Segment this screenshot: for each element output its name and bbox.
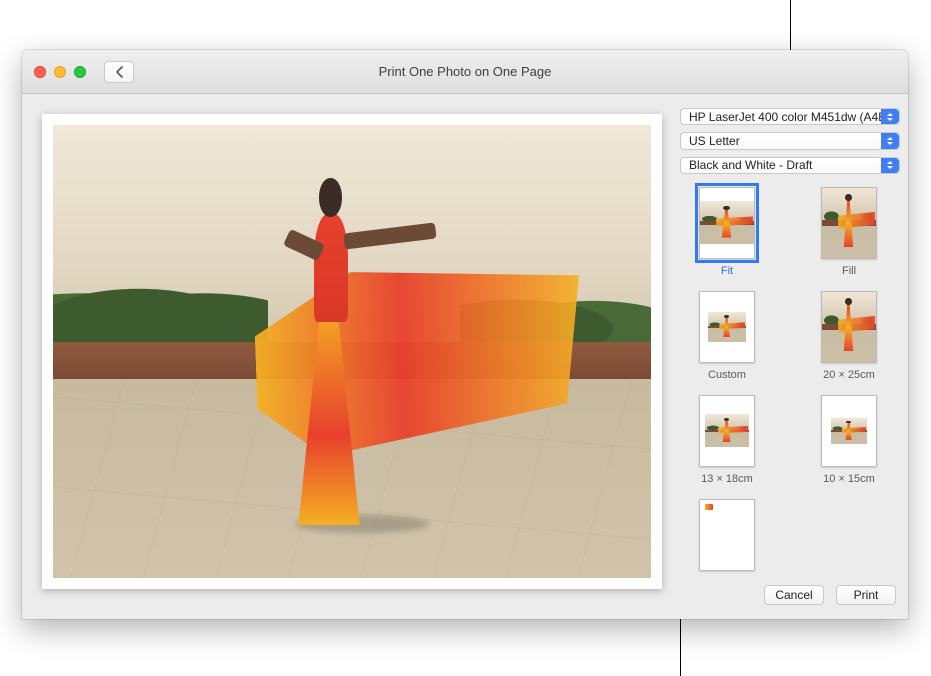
format-thumbnail-image — [705, 414, 749, 447]
cancel-button[interactable]: Cancel — [764, 585, 824, 605]
print-preview-photo — [53, 125, 651, 578]
dropdown-arrows-icon — [881, 133, 899, 148]
format-option[interactable]: Custom — [686, 291, 768, 381]
format-thumbnail-image — [700, 201, 754, 244]
format-option[interactable]: Fit — [686, 187, 768, 277]
format-label: 10 × 15cm — [823, 473, 875, 485]
format-thumbnail-image — [822, 187, 876, 259]
format-grid: Fit Fill Custom 20 × 25cm 13 × 18cm 10 × 15cm — [680, 187, 900, 577]
window-title: Print One Photo on One Page — [22, 64, 908, 79]
format-label: 20 × 25cm — [823, 369, 875, 381]
format-thumbnail — [699, 499, 755, 571]
format-thumbnail — [821, 291, 877, 363]
format-option[interactable]: 10 × 15cm — [808, 395, 890, 485]
print-preview-paper — [42, 114, 662, 589]
dropdown-arrows-icon — [881, 158, 899, 173]
format-option[interactable]: 13 × 18cm — [686, 395, 768, 485]
dropdown-arrows-icon — [881, 109, 899, 124]
window-controls — [22, 66, 86, 78]
content-area: HP LaserJet 400 color M451dw (A4E7C1) US… — [22, 94, 908, 619]
format-thumbnail — [699, 187, 755, 259]
format-thumbnail-image — [700, 499, 754, 571]
printer-select-value: HP LaserJet 400 color M451dw (A4E7C1) — [689, 110, 900, 124]
print-dialog-window: Print One Photo on One Page — [22, 50, 908, 619]
print-quality-select[interactable]: Black and White - Draft — [680, 157, 900, 174]
format-thumbnail-image — [822, 291, 876, 363]
format-label: 13 × 18cm — [701, 473, 753, 485]
format-thumbnail-image — [831, 418, 867, 444]
format-thumbnail — [699, 395, 755, 467]
format-label: Fill — [842, 265, 856, 277]
format-label: Fit — [721, 265, 733, 277]
back-button[interactable] — [104, 61, 134, 83]
format-thumbnail — [821, 187, 877, 259]
dialog-buttons: Cancel Print — [680, 577, 900, 609]
format-label: Custom — [708, 369, 746, 381]
chevron-left-icon — [115, 66, 124, 78]
print-quality-value: Black and White - Draft — [689, 158, 812, 172]
format-option[interactable]: 20 × 25cm — [808, 291, 890, 381]
paper-size-value: US Letter — [689, 134, 740, 148]
maximize-icon[interactable] — [74, 66, 86, 78]
print-options-sidebar: HP LaserJet 400 color M451dw (A4E7C1) US… — [672, 94, 910, 619]
format-option[interactable]: Fill — [808, 187, 890, 277]
minimize-icon[interactable] — [54, 66, 66, 78]
titlebar: Print One Photo on One Page — [22, 50, 908, 94]
print-button[interactable]: Print — [836, 585, 896, 605]
preview-pane — [22, 94, 672, 619]
close-icon[interactable] — [34, 66, 46, 78]
format-thumbnail-image — [708, 312, 746, 342]
paper-size-select[interactable]: US Letter — [680, 132, 900, 149]
format-thumbnail — [699, 291, 755, 363]
format-thumbnail — [821, 395, 877, 467]
printer-select[interactable]: HP LaserJet 400 color M451dw (A4E7C1) — [680, 108, 900, 125]
format-option[interactable] — [686, 499, 768, 577]
